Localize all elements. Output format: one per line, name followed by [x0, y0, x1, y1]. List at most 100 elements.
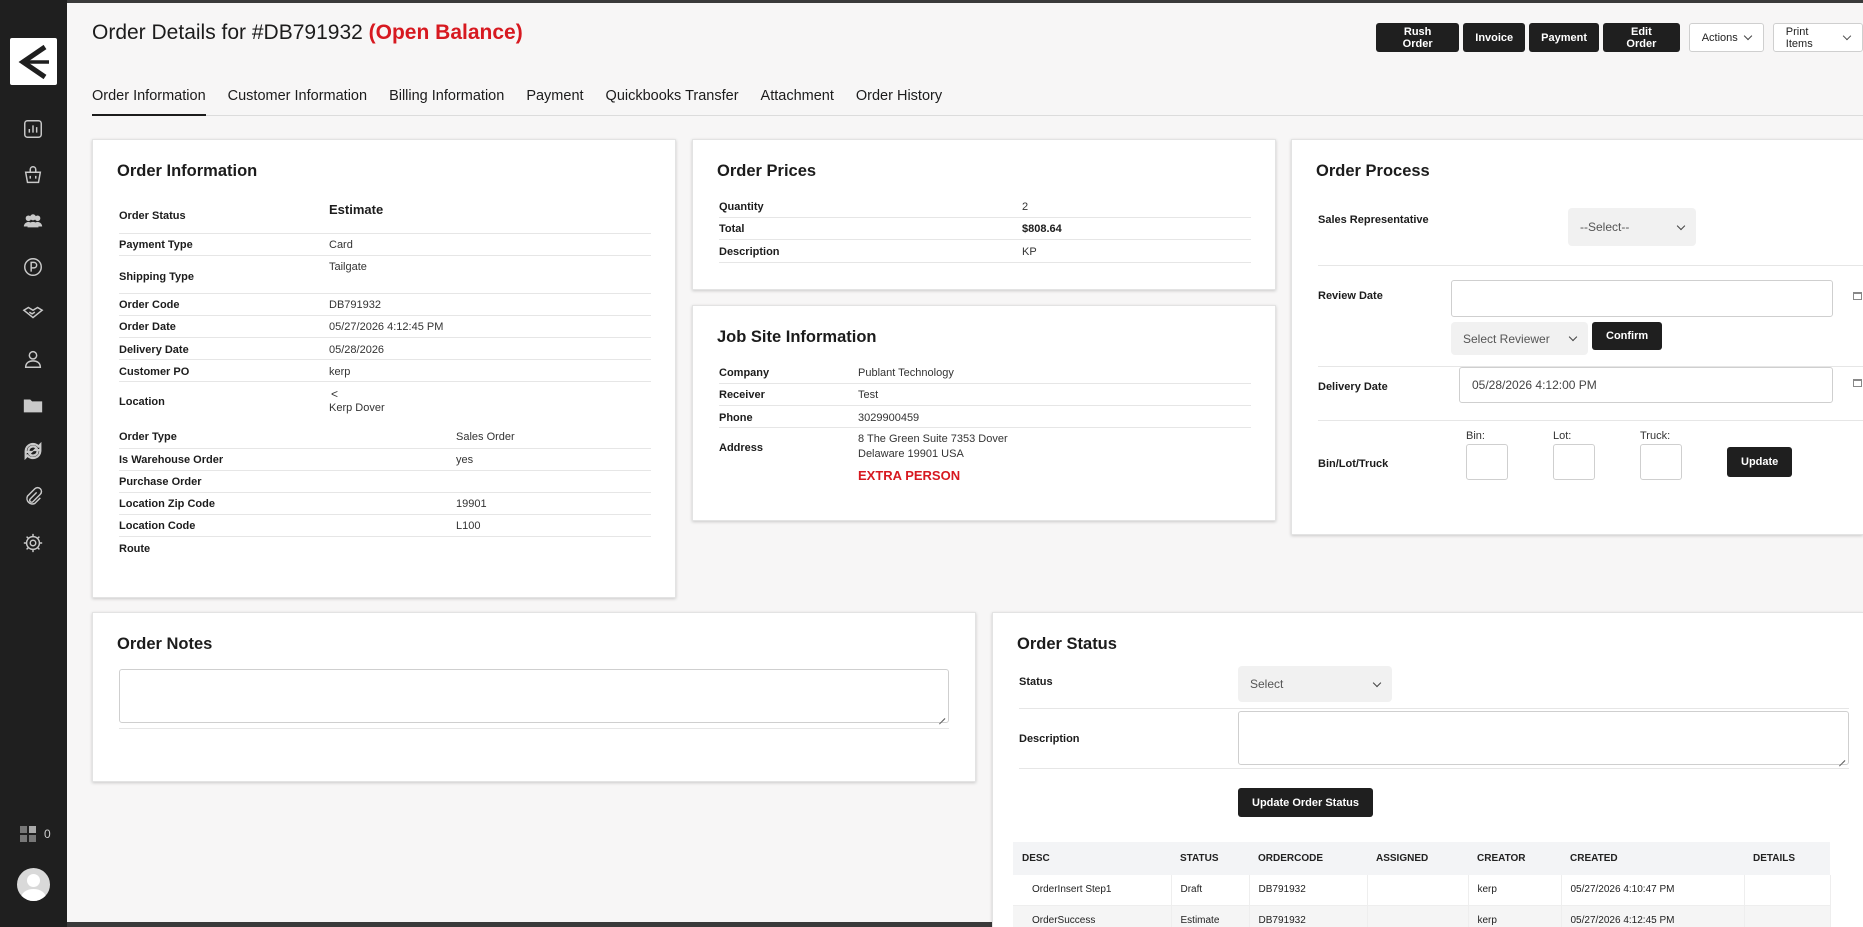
- column-header-ordercode: ORDERCODE: [1249, 842, 1367, 875]
- table-row: OrderInsert Step1 Draft DB791932 kerp 05…: [1013, 875, 1831, 906]
- tab-quickbooks-transfer[interactable]: Quickbooks Transfer: [606, 88, 739, 116]
- open-balance-badge: (Open Balance): [368, 21, 523, 44]
- company-value: Publant Technology: [858, 367, 954, 379]
- column-header-details: DETAILS: [1744, 842, 1830, 875]
- payment-type-value: Card: [329, 239, 353, 251]
- quantity-row: Quantity 2: [719, 196, 1251, 218]
- tab-billing-information[interactable]: Billing Information: [389, 88, 504, 116]
- purchase-order-row: Purchase Order: [119, 471, 651, 493]
- parking-icon[interactable]: [18, 252, 48, 282]
- location-row: Location < Kerp Dover: [119, 382, 651, 422]
- description-status-textarea[interactable]: [1238, 711, 1849, 765]
- table-cell: [1367, 905, 1469, 927]
- update-button[interactable]: Update: [1727, 447, 1793, 477]
- location-zip-label: Location Zip Code: [119, 498, 215, 510]
- tab-order-history[interactable]: Order History: [856, 88, 942, 116]
- delivery-date-process-label: Delivery Date: [1318, 381, 1388, 393]
- bin-input[interactable]: [1466, 444, 1508, 480]
- table-cell: DB791932: [1249, 905, 1368, 927]
- address-line2: Delaware 19901 USA: [858, 448, 964, 460]
- confirm-button[interactable]: Confirm: [1592, 322, 1663, 350]
- phone-row: Phone 3029900459: [719, 406, 1251, 428]
- order-information-title: Order Information: [117, 162, 258, 180]
- sales-rep-select[interactable]: --Select--: [1568, 208, 1696, 246]
- review-date-input[interactable]: [1451, 280, 1833, 317]
- order-code-label: Order Code: [119, 299, 180, 311]
- order-date-value: 05/27/2026 4:12:45 PM: [329, 321, 444, 333]
- sidebar: 0: [0, 0, 67, 927]
- user-icon[interactable]: [18, 344, 48, 374]
- total-label: Total: [719, 223, 745, 235]
- update-order-status-button[interactable]: Update Order Status: [1238, 788, 1373, 817]
- reviewer-select[interactable]: Select Reviewer: [1451, 322, 1588, 355]
- status-select[interactable]: Select: [1238, 666, 1392, 702]
- delivery-date-value: 05/28/2026: [329, 344, 385, 356]
- order-prices-card: Order Prices Quantity 2 Total $808.64 De…: [692, 139, 1276, 290]
- sync-icon[interactable]: [18, 436, 48, 466]
- tab-attachment[interactable]: Attachment: [761, 88, 834, 116]
- tab-customer-information[interactable]: Customer Information: [228, 88, 367, 116]
- quantity-value: 2: [1022, 201, 1029, 213]
- handshake-icon[interactable]: [18, 298, 48, 328]
- order-notes-textarea[interactable]: [119, 669, 949, 723]
- basket-icon[interactable]: [18, 160, 48, 190]
- tab-payment[interactable]: Payment: [526, 88, 583, 116]
- location-code-row: Location Code L100: [119, 515, 651, 537]
- print-items-dropdown[interactable]: Print Items: [1772, 23, 1863, 52]
- table-cell: OrderInsert Step1: [1013, 875, 1172, 906]
- payment-type-label: Payment Type: [119, 239, 193, 251]
- apps-count: 0: [44, 827, 51, 841]
- bin-label: Bin:: [1466, 430, 1485, 442]
- order-type-label: Order Type: [119, 431, 177, 443]
- order-code-row: Order Code DB791932: [119, 294, 651, 316]
- total-value: $808.64: [1022, 223, 1062, 235]
- table-cell: [1744, 875, 1831, 906]
- calendar-icon[interactable]: [1853, 379, 1862, 387]
- chart-icon[interactable]: [18, 114, 48, 144]
- order-status-value: Estimate: [329, 202, 384, 217]
- delivery-date-input[interactable]: 05/28/2026 4:12:00 PM: [1459, 367, 1833, 403]
- description-value: KP: [1022, 246, 1037, 258]
- shipping-type-row: Shipping Type Tailgate: [119, 256, 651, 294]
- apps-switcher[interactable]: 0: [20, 826, 51, 842]
- gear-icon[interactable]: [18, 528, 48, 558]
- avatar[interactable]: [17, 868, 50, 901]
- customer-po-label: Customer PO: [119, 366, 190, 378]
- edit-order-button[interactable]: Edit Order: [1603, 23, 1680, 52]
- bin-lot-truck-label: Bin/Lot/Truck: [1318, 458, 1389, 470]
- delivery-date-process-row: Delivery Date 05/28/2026 4:12:00 PM: [1318, 367, 1863, 421]
- phone-label: Phone: [719, 412, 753, 424]
- table-cell: kerp: [1468, 905, 1562, 927]
- resize-handle-icon[interactable]: [937, 711, 945, 719]
- logo-back-icon[interactable]: [10, 38, 57, 85]
- lot-input[interactable]: [1553, 444, 1595, 480]
- resize-handle-icon[interactable]: [1837, 753, 1845, 761]
- rush-order-button[interactable]: Rush Order: [1376, 23, 1460, 52]
- actions-dropdown[interactable]: Actions: [1688, 23, 1764, 52]
- calendar-icon[interactable]: [1853, 292, 1862, 300]
- order-date-label: Order Date: [119, 321, 176, 333]
- warehouse-order-label: Is Warehouse Order: [119, 454, 224, 466]
- total-row: Total $808.64: [719, 218, 1251, 240]
- chevron-down-icon: [1372, 678, 1382, 687]
- lot-label: Lot:: [1553, 430, 1572, 442]
- paperclip-icon[interactable]: [18, 482, 48, 512]
- quantity-label: Quantity: [719, 201, 764, 213]
- location-code-value: L100: [456, 520, 481, 532]
- status-select-value: Select: [1250, 677, 1284, 691]
- delivery-date-row: Delivery Date 05/28/2026: [119, 338, 651, 360]
- location-label: Location: [119, 396, 165, 408]
- users-icon[interactable]: [18, 206, 48, 236]
- table-cell: Draft: [1171, 875, 1250, 906]
- tab-order-information[interactable]: Order Information: [92, 88, 206, 116]
- table-cell: OrderSuccess: [1013, 905, 1172, 927]
- reviewer-select-value: Select Reviewer: [1463, 331, 1550, 346]
- invoice-button[interactable]: Invoice: [1463, 23, 1526, 52]
- payment-button[interactable]: Payment: [1529, 23, 1600, 52]
- warehouse-order-value: yes: [456, 454, 474, 466]
- truck-input[interactable]: [1640, 444, 1682, 480]
- table-cell: 05/27/2026 4:10:47 PM: [1561, 875, 1745, 906]
- location-zip-value: 19901: [456, 498, 487, 510]
- folder-icon[interactable]: [18, 390, 48, 420]
- order-date-row: Order Date 05/27/2026 4:12:45 PM: [119, 316, 651, 338]
